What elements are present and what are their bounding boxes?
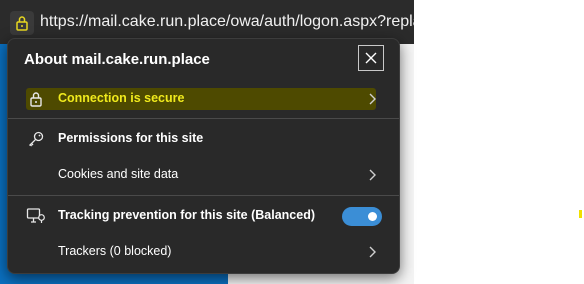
popup-title: About mail.cake.run.place bbox=[24, 51, 210, 68]
tracking-prevention-label: Tracking prevention for this site (Balan… bbox=[58, 208, 316, 222]
cookies-row[interactable]: Cookies and site data bbox=[8, 157, 399, 193]
cookies-label: Cookies and site data bbox=[58, 167, 179, 181]
site-info-popup: About mail.cake.run.place Connection is … bbox=[7, 38, 400, 274]
tracking-prevention-row: Tracking prevention for this site (Balan… bbox=[8, 198, 399, 234]
url-text[interactable]: https://mail.cake.run.place/owa/auth/log… bbox=[40, 12, 414, 32]
popup-header: About mail.cake.run.place bbox=[8, 39, 399, 79]
trackers-label: Trackers (0 blocked) bbox=[58, 244, 172, 258]
divider bbox=[8, 118, 399, 119]
page-marker bbox=[579, 210, 582, 218]
site-info-button[interactable] bbox=[10, 11, 34, 35]
close-icon bbox=[365, 52, 377, 64]
permissions-label: Permissions for this site bbox=[58, 131, 204, 145]
chevron-right-icon bbox=[369, 246, 376, 258]
trackers-row[interactable]: Trackers (0 blocked) bbox=[8, 234, 399, 270]
tracking-prevention-toggle[interactable] bbox=[342, 207, 382, 226]
chevron-right-icon bbox=[369, 169, 376, 181]
chevron-right-icon bbox=[369, 93, 376, 105]
divider bbox=[8, 195, 399, 196]
close-button[interactable] bbox=[358, 45, 384, 71]
lock-icon bbox=[16, 16, 28, 31]
permissions-row[interactable]: Permissions for this site bbox=[8, 121, 399, 157]
connection-secure-label: Connection is secure bbox=[58, 91, 185, 105]
key-icon bbox=[26, 130, 46, 148]
tracking-icon bbox=[26, 207, 46, 225]
connection-secure-row[interactable]: Connection is secure bbox=[8, 81, 399, 117]
lock-icon bbox=[26, 90, 46, 108]
toggle-knob bbox=[368, 212, 377, 221]
